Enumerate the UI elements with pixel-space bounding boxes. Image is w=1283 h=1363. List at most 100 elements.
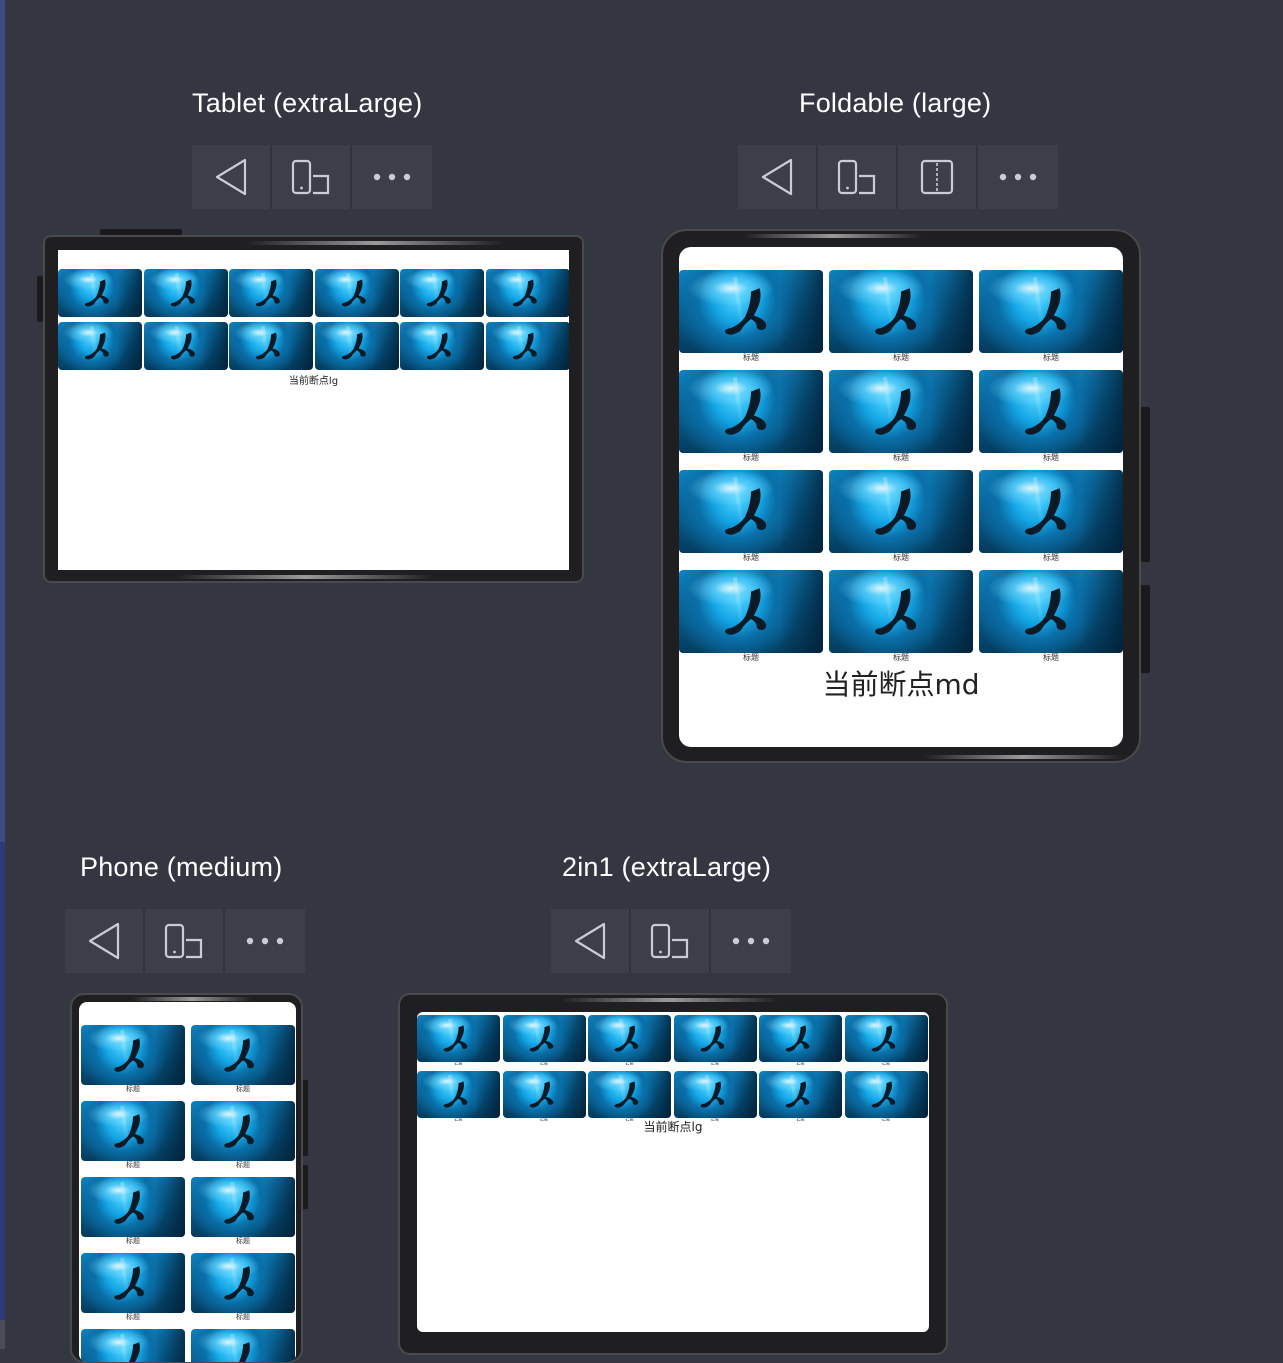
tile-title-label: 标题	[882, 1062, 890, 1065]
diver-photo	[81, 1025, 185, 1085]
image-tile: 标题	[829, 570, 973, 663]
tablet-frame-shine-bottom	[175, 575, 435, 579]
image-tile: 标题	[679, 470, 823, 563]
back-button[interactable]	[738, 145, 818, 209]
image-tile: 标题	[829, 370, 973, 463]
2in1-frame-shine-top	[560, 998, 780, 1002]
diver-photo	[400, 322, 484, 370]
fold-button[interactable]	[898, 145, 978, 209]
foldable-image-grid: 标题 标题 标题 标题 标题 标题 标题 标题 标题 标题 标题 标题	[679, 270, 1123, 663]
image-tile: 标题	[229, 269, 313, 317]
foldable-frame-shine-top	[743, 234, 923, 238]
phone-image-grid: 标题标题标题标题标题标题标题标题标题标题	[81, 1025, 295, 1362]
image-tile: 标题	[81, 1253, 185, 1322]
image-tile: 标题	[58, 269, 142, 317]
tile-title-label: 标题	[711, 1062, 719, 1065]
rotate-icon	[291, 159, 330, 195]
device-title-phone: Phone (medium)	[80, 852, 283, 882]
tile-title-label: 标题	[1043, 653, 1059, 662]
image-tile: 标题	[191, 1101, 295, 1170]
diver-photo	[314, 269, 399, 317]
image-tile: 标题	[979, 570, 1123, 663]
foldable-side-button-lower	[1140, 585, 1150, 673]
tile-title-label: 标题	[1043, 353, 1059, 362]
2in1-frame: 标题 标题 标题 标题 标题 标题 标题 标题 标题 标题 标题 标题 当前断点lg	[398, 993, 948, 1355]
diver-photo	[759, 1015, 842, 1062]
diver-photo	[58, 269, 142, 317]
diver-photo	[588, 1015, 671, 1062]
toolbar-phone	[65, 909, 305, 973]
diver-photo	[229, 269, 313, 317]
rotate-icon	[650, 923, 689, 959]
diver-photo	[673, 1071, 757, 1118]
more-button[interactable]	[352, 145, 432, 209]
tablet-image-grid: 标题标题标题标题标题标题标题标题标题标题标题标题	[58, 269, 569, 370]
diver-photo	[979, 570, 1123, 653]
diver-photo	[81, 1177, 185, 1237]
diver-photo	[314, 322, 399, 370]
more-icon	[999, 173, 1037, 181]
diver-photo	[844, 1071, 928, 1118]
phone-screen: 标题标题标题标题标题标题标题标题标题标题	[79, 1002, 296, 1362]
diver-photo	[829, 370, 973, 453]
diver-photo	[829, 570, 973, 653]
image-tile: 标题	[829, 270, 973, 363]
diver-photo	[417, 1071, 500, 1118]
tile-title-label: 标题	[743, 353, 759, 362]
diver-photo	[143, 322, 228, 370]
diver-photo	[979, 270, 1123, 353]
tile-title-label: 标题	[236, 1237, 250, 1245]
tile-title-label: 标题	[743, 453, 759, 462]
more-button[interactable]	[711, 909, 791, 973]
more-button[interactable]	[978, 145, 1058, 209]
tile-title-label: 标题	[126, 1237, 140, 1245]
back-icon	[88, 922, 120, 960]
phone-frame-shine-top	[132, 997, 252, 1001]
tile-title-label: 标题	[893, 353, 909, 362]
image-tile: 标题	[400, 269, 484, 317]
diver-photo	[485, 322, 569, 370]
image-tile: 标题	[81, 1177, 185, 1246]
back-button[interactable]	[192, 145, 272, 209]
image-tile: 标题	[502, 1071, 586, 1121]
image-tile: 标题	[314, 322, 399, 370]
device-title-tablet: Tablet (extraLarge)	[192, 88, 423, 118]
fold-icon	[920, 159, 954, 195]
image-tile: 标题	[191, 1253, 295, 1322]
foldable-screen: 标题 标题 标题 标题 标题 标题 标题 标题 标题 标题 标题 标题 当前断点md	[679, 247, 1123, 747]
tile-title-label: 标题	[454, 1062, 463, 1065]
image-tile: 标题	[81, 1329, 185, 1362]
image-tile: 标题	[679, 370, 823, 463]
image-tile: 标题	[844, 1015, 928, 1065]
diver-photo	[191, 1329, 295, 1362]
tile-title-label: 标题	[625, 1062, 634, 1065]
2in1-image-grid: 标题 标题 标题 标题 标题 标题 标题 标题 标题 标题 标题 标题	[417, 1015, 928, 1121]
more-icon	[732, 937, 770, 945]
rotate-button[interactable]	[272, 145, 352, 209]
tile-title-label: 标题	[126, 1085, 140, 1093]
image-tile: 标题	[979, 270, 1123, 363]
tablet-screen: 标题标题标题标题标题标题标题标题标题标题标题标题 当前断点lg	[58, 250, 569, 570]
device-title-2in1: 2in1 (extraLarge)	[562, 852, 772, 882]
more-button[interactable]	[225, 909, 305, 973]
diver-photo	[191, 1025, 295, 1085]
diver-photo	[400, 269, 484, 317]
diver-photo	[679, 370, 823, 453]
image-tile: 标题	[143, 322, 228, 370]
diver-photo	[191, 1101, 295, 1161]
diver-photo	[679, 270, 823, 353]
image-tile: 标题	[679, 570, 823, 663]
back-button[interactable]	[65, 909, 145, 973]
back-button[interactable]	[551, 909, 631, 973]
rotate-button[interactable]	[631, 909, 711, 973]
tile-title-label: 标题	[796, 1062, 805, 1065]
foldable-frame-shine-bottom	[923, 755, 1123, 759]
image-tile: 标题	[400, 322, 484, 370]
rotate-button[interactable]	[818, 145, 898, 209]
diver-photo	[81, 1253, 185, 1313]
rotate-button[interactable]	[145, 909, 225, 973]
tile-title-label: 标题	[743, 553, 759, 562]
image-tile: 标题	[673, 1015, 757, 1065]
diver-photo	[679, 570, 823, 653]
tile-title-label: 标题	[236, 1161, 250, 1169]
